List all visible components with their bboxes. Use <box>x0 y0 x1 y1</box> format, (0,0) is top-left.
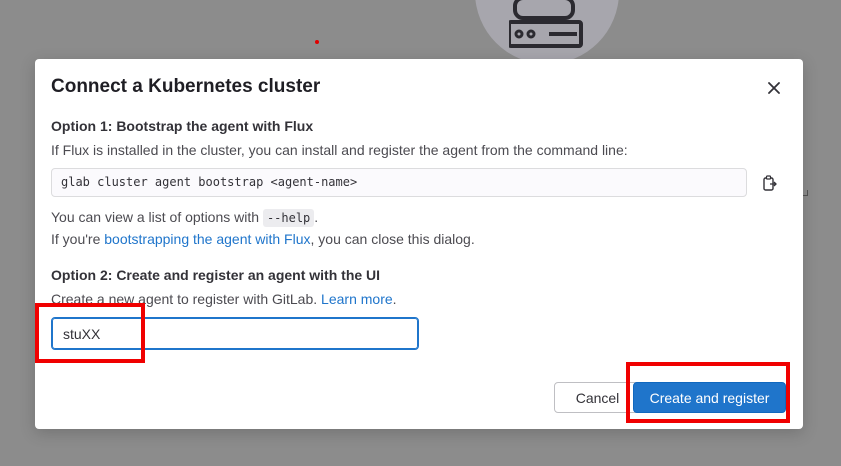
create-and-register-button[interactable]: Create and register <box>633 382 786 413</box>
modal-header: Connect a Kubernetes cluster <box>51 75 787 101</box>
cancel-button[interactable]: Cancel <box>554 382 641 413</box>
close-button[interactable] <box>761 75 787 101</box>
option1-title: Option 1: Bootstrap the agent with Flux <box>51 118 314 134</box>
flux-suffix: , you can close this dialog. <box>310 231 475 247</box>
copy-to-clipboard-icon <box>763 175 777 191</box>
empty-state-illustration <box>475 0 619 64</box>
server-icon <box>509 0 583 48</box>
help-code: --help <box>262 209 315 227</box>
help-prefix: You can view a list of options with <box>51 209 263 225</box>
learn-more-link[interactable]: Learn more <box>321 291 393 307</box>
help-suffix: . <box>314 209 319 225</box>
flux-text: If you're bootstrapping the agent with F… <box>51 231 475 247</box>
flux-prefix: If you're <box>51 231 105 247</box>
option2-description-text: Create a new agent to register with GitL… <box>51 291 322 307</box>
modal-title: Connect a Kubernetes cluster <box>51 76 321 97</box>
bootstrap-command: glab cluster agent bootstrap <agent-name… <box>51 168 747 197</box>
flux-docs-link[interactable]: bootstrapping the agent with Flux <box>104 231 310 247</box>
learn-more-suffix: . <box>392 291 397 307</box>
connect-cluster-modal: Connect a Kubernetes cluster Option 1: B… <box>35 59 803 429</box>
option1-description: If Flux is installed in the cluster, you… <box>51 142 628 158</box>
close-icon <box>768 82 780 94</box>
option2-description: Create a new agent to register with GitL… <box>51 291 397 307</box>
copy-command-button[interactable] <box>759 172 781 194</box>
cursor-marker <box>315 40 319 44</box>
agent-name-input[interactable] <box>51 317 419 350</box>
help-text: You can view a list of options with --he… <box>51 209 319 227</box>
option2-title: Option 2: Create and register an agent w… <box>51 267 381 283</box>
